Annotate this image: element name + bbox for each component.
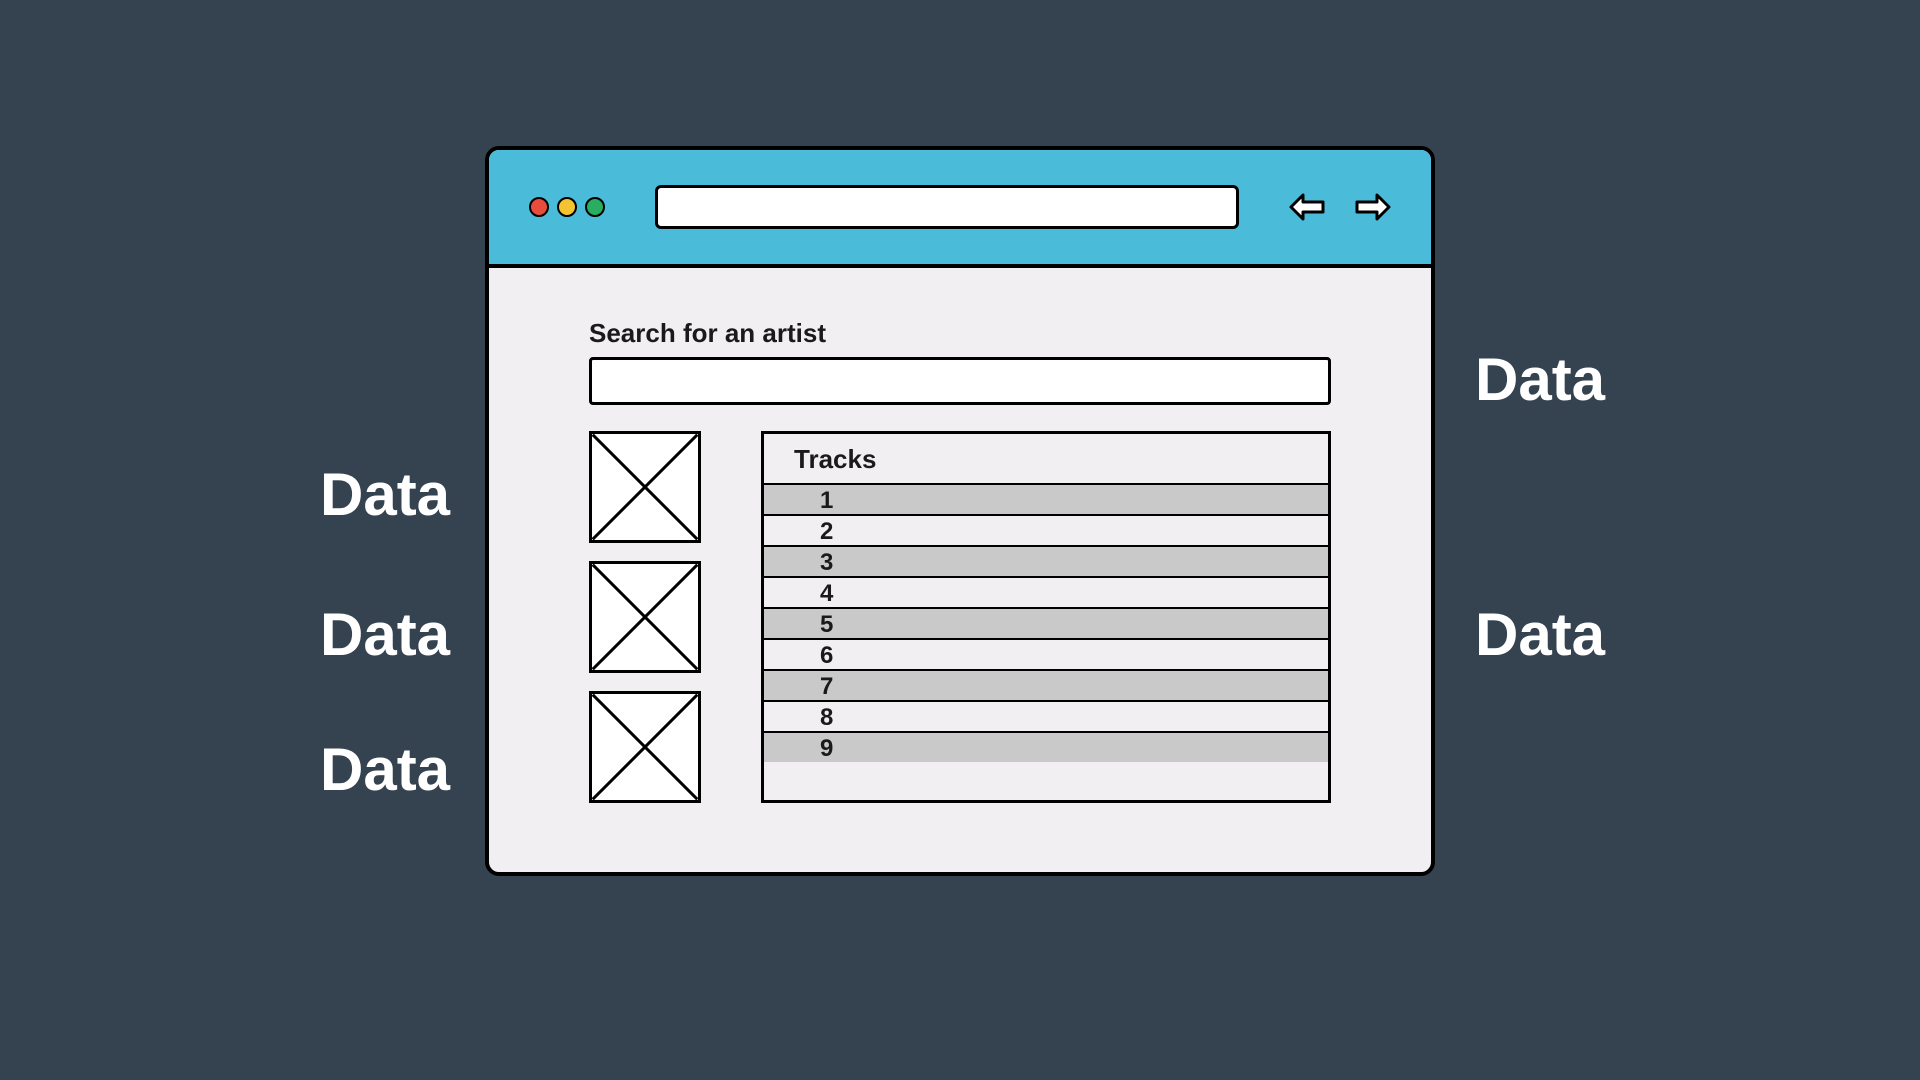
image-placeholder[interactable] — [589, 431, 701, 543]
track-row[interactable]: 5 — [764, 607, 1328, 638]
track-row[interactable]: 2 — [764, 514, 1328, 545]
thumbnail-list — [589, 431, 701, 803]
side-label: Data — [1475, 345, 1605, 414]
side-label: Data — [1475, 600, 1605, 669]
traffic-lights — [529, 197, 605, 217]
minimize-icon[interactable] — [557, 197, 577, 217]
track-row[interactable]: 3 — [764, 545, 1328, 576]
back-arrow-icon[interactable] — [1289, 193, 1325, 221]
side-label: Data — [320, 460, 450, 529]
maximize-icon[interactable] — [585, 197, 605, 217]
image-placeholder[interactable] — [589, 561, 701, 673]
track-row[interactable]: 1 — [764, 483, 1328, 514]
search-label: Search for an artist — [589, 318, 1331, 349]
content-area: Search for an artist Tracks 1 2 3 4 5 6 … — [489, 268, 1431, 833]
track-row[interactable]: 4 — [764, 576, 1328, 607]
nav-arrows — [1289, 193, 1391, 221]
side-label: Data — [320, 600, 450, 669]
tracks-panel: Tracks 1 2 3 4 5 6 7 8 9 — [761, 431, 1331, 803]
track-row[interactable]: 6 — [764, 638, 1328, 669]
search-input[interactable] — [589, 357, 1331, 405]
url-input[interactable] — [655, 185, 1239, 229]
title-bar — [489, 150, 1431, 268]
side-label: Data — [320, 735, 450, 804]
main-row: Tracks 1 2 3 4 5 6 7 8 9 — [589, 431, 1331, 803]
tracks-header: Tracks — [764, 434, 1328, 483]
track-row[interactable]: 9 — [764, 731, 1328, 762]
track-row[interactable]: 8 — [764, 700, 1328, 731]
forward-arrow-icon[interactable] — [1355, 193, 1391, 221]
close-icon[interactable] — [529, 197, 549, 217]
track-row[interactable]: 7 — [764, 669, 1328, 700]
image-placeholder[interactable] — [589, 691, 701, 803]
browser-window: Search for an artist Tracks 1 2 3 4 5 6 … — [485, 146, 1435, 876]
